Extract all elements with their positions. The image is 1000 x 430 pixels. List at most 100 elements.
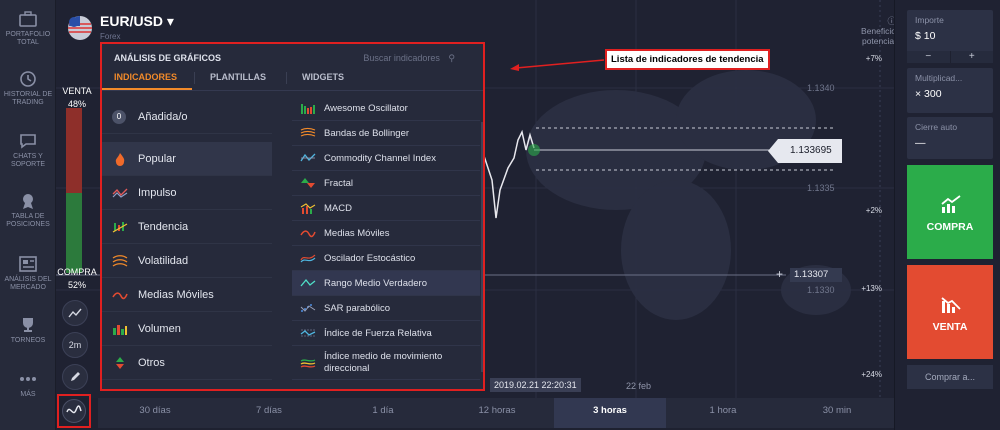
indicator-fractal[interactable]: Fractal — [292, 171, 480, 196]
timeframe-30d[interactable]: 30 días — [98, 398, 212, 428]
pencil-icon — [71, 372, 80, 381]
indicator-label: Índice de Fuerza Relativa — [324, 327, 432, 339]
potential-profit-text: Beneficio potencial — [861, 26, 896, 46]
indicators-button[interactable] — [57, 394, 91, 428]
percent-level: +13% — [861, 284, 882, 293]
chart-down-icon — [941, 297, 961, 313]
autoclose-field[interactable]: Cierre auto — — [907, 117, 993, 159]
indicator-stochastic[interactable]: Oscilador Estocástico — [292, 246, 480, 271]
indicator-awesome-oscillator[interactable]: Awesome Oscillator — [292, 96, 480, 121]
category-momentum[interactable]: Impulso — [102, 176, 272, 210]
category-others[interactable]: Otros — [102, 346, 272, 380]
autoclose-label: Cierre auto — [915, 122, 958, 132]
tab-widgets[interactable]: WIDGETS — [302, 72, 344, 82]
sidebar-item-leaderboard[interactable]: TABLA DE POSICIONES — [0, 192, 56, 229]
annotation-arrow — [510, 59, 605, 71]
atr-icon — [300, 278, 316, 287]
tab-indicators[interactable]: INDICADORES — [114, 72, 177, 82]
indicator-wave-icon — [66, 405, 82, 414]
sidebar-item-market-analysis[interactable]: ANÁLISIS DEL MERCADO — [0, 255, 56, 292]
stochastic-icon — [300, 254, 316, 263]
more-dots-icon — [20, 377, 36, 381]
timeframe-7d[interactable]: 7 días — [212, 398, 326, 428]
oscillator-icon — [300, 153, 316, 162]
indicator-label: MACD — [324, 202, 352, 214]
sidebar-item-label: TORNEOS — [10, 337, 46, 344]
percent-level: +24% — [861, 370, 882, 379]
sidebar-item-chats[interactable]: CHATS Y SOPORTE — [0, 132, 56, 169]
chart-type-button[interactable] — [62, 300, 88, 326]
sidebar-item-label: MÁS — [20, 391, 36, 398]
multiplier-value: × 300 — [915, 88, 942, 100]
indicator-label: Rango Medio Verdadero — [324, 277, 427, 289]
category-volatility[interactable]: Volatilidad — [102, 244, 272, 278]
tab-templates[interactable]: PLANTILLAS — [210, 72, 266, 82]
timeframe-bar: 30 días 7 días 1 día 12 horas 3 horas 1 … — [98, 398, 894, 428]
sidebar-item-history[interactable]: HISTORIAL DE TRADING — [0, 70, 56, 107]
trade-panel: Importe $ 10 − + Multiplicad... × 300 Ci… — [894, 0, 1000, 430]
sidebar-item-label: PORTAFOLIO TOTAL — [5, 31, 51, 46]
tab-separator — [194, 72, 195, 84]
category-added[interactable]: 0 Añadida/o — [102, 100, 272, 134]
indicator-adx[interactable]: Índice medio de movimiento direccional — [292, 346, 480, 380]
sar-dots-icon — [300, 304, 316, 312]
indicator-atr[interactable]: Rango Medio Verdadero — [292, 271, 480, 296]
indicator-cci[interactable]: Commodity Channel Index — [292, 146, 480, 171]
date-axis-label: 22 feb — [626, 381, 652, 391]
added-count-badge: 0 — [112, 110, 126, 124]
indicator-label: SAR parabólico — [324, 302, 391, 314]
timeframe-30m[interactable]: 30 min — [780, 398, 894, 428]
timeframe-button[interactable]: 2m — [62, 332, 88, 358]
history-icon — [20, 71, 36, 87]
sidebar-item-label: HISTORIAL DE TRADING — [3, 91, 53, 106]
panel-title: ANÁLISIS DE GRÁFICOS — [114, 53, 222, 63]
indicator-list-scrollbar[interactable] — [481, 122, 483, 372]
category-label: Impulso — [138, 186, 177, 199]
timeframe-3h[interactable]: 3 horas — [554, 398, 666, 428]
indicator-rsi[interactable]: Índice de Fuerza Relativa — [292, 321, 480, 346]
drawing-tools-button[interactable] — [62, 364, 88, 390]
amount-label: Importe — [915, 15, 944, 25]
category-popular[interactable]: Popular — [102, 142, 272, 176]
indicator-parabolic-sar[interactable]: SAR parabólico — [292, 296, 480, 321]
chat-icon — [20, 134, 36, 149]
timeframe-1d[interactable]: 1 día — [326, 398, 440, 428]
category-moving-averages[interactable]: Medias Móviles — [102, 278, 272, 312]
sell-label: VENTA — [932, 321, 968, 333]
adx-icon — [300, 359, 316, 368]
current-price-tag: 1.133695 — [768, 139, 842, 163]
add-alert-icon[interactable]: + — [776, 267, 783, 281]
autoclose-value: — — [915, 137, 926, 149]
timeframe-1h[interactable]: 1 hora — [666, 398, 780, 428]
annotation-callout: Lista de indicadores de tendencia — [605, 49, 770, 70]
buy-button[interactable]: COMPRA — [907, 165, 993, 259]
category-label: Tendencia — [138, 220, 189, 233]
multiplier-field[interactable]: Multiplicad... × 300 — [907, 68, 993, 113]
indicator-label: Awesome Oscillator — [324, 102, 408, 114]
search-icon: ⚲ — [448, 53, 455, 63]
sidebar-item-tournaments[interactable]: TORNEOS — [0, 316, 56, 345]
fractal-icon — [301, 178, 315, 188]
amount-decrease-button[interactable]: − — [907, 51, 951, 63]
histogram-icon — [301, 104, 315, 114]
asset-selector[interactable]: EUR/USD ▾ — [100, 13, 174, 30]
crosshair-date: 2019.02.21 22:20:31 — [490, 378, 581, 392]
world-map-decoration — [526, 70, 851, 320]
category-label: Medias Móviles — [138, 288, 214, 301]
category-volume[interactable]: Volumen — [102, 312, 272, 346]
category-trend[interactable]: Tendencia — [102, 210, 272, 244]
indicator-bollinger-bands[interactable]: Bandas de Bollinger — [292, 121, 480, 146]
sidebar-item-more[interactable]: MÁS — [0, 370, 56, 399]
amount-increase-button[interactable]: + — [950, 51, 993, 63]
indicator-macd[interactable]: MACD — [292, 196, 480, 221]
sidebar-item-portfolio[interactable]: PORTAFOLIO TOTAL — [0, 10, 56, 47]
tab-separator — [286, 72, 287, 84]
indicator-label: Medias Móviles — [324, 227, 390, 239]
buy-at-button[interactable]: Comprar a... — [907, 365, 993, 389]
indicator-search-input[interactable]: Buscar indicadores ⚲ — [363, 53, 455, 64]
indicator-moving-averages[interactable]: Medias Móviles — [292, 221, 480, 246]
sell-button[interactable]: VENTA — [907, 265, 993, 359]
timeframe-12h[interactable]: 12 horas — [440, 398, 554, 428]
indicator-label: Bandas de Bollinger — [324, 127, 410, 139]
moving-average-icon — [112, 292, 128, 300]
